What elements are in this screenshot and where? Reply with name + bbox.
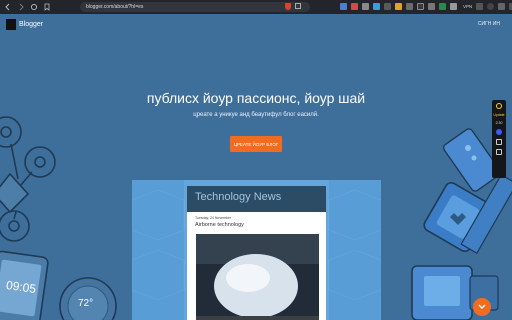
side-widget: Update 2:30 <box>492 100 506 178</box>
blog-preview: Technology News Tuesday, 24 November Air… <box>187 186 326 320</box>
thermostat-temp: 72° <box>78 298 94 309</box>
hero-subtitle: цреате а уникуе анд беаутифул блог еасил… <box>193 112 319 118</box>
blogger-landing-page: Blogger СИГН ИН публисх йоур пассионс, й… <box>0 14 512 320</box>
share-icon[interactable] <box>295 3 301 9</box>
smartwatch-icon <box>423 174 512 254</box>
extension-icon[interactable] <box>384 3 391 10</box>
extension-icon[interactable] <box>450 3 457 10</box>
forward-icon[interactable] <box>16 2 26 12</box>
extension-icon[interactable] <box>340 3 347 10</box>
extension-icon[interactable] <box>417 3 424 10</box>
bookmark-icon[interactable] <box>42 2 52 12</box>
vpn-badge[interactable]: VPN <box>463 4 472 9</box>
post-date: Tuesday, 24 November <box>195 216 231 220</box>
sign-in-link[interactable]: СИГН ИН <box>478 21 500 27</box>
update-label[interactable]: Update <box>493 113 504 117</box>
blog-title: Technology News <box>195 191 282 203</box>
extension-icon[interactable] <box>362 3 369 10</box>
hero-title: публисх йоур пассионс, йоур шай <box>146 90 366 106</box>
post-title: Airborne technology <box>195 222 244 228</box>
post-image <box>196 234 319 320</box>
create-blog-button[interactable]: ЦРЕАТЕ ЙОУР БЛОГ <box>230 136 282 152</box>
bookmark-icon[interactable] <box>496 149 502 155</box>
extension-icon[interactable] <box>406 3 413 10</box>
expand-icon[interactable] <box>496 139 502 145</box>
blog-header: Technology News <box>187 186 326 212</box>
extension-icon[interactable] <box>351 3 358 10</box>
profile-icon[interactable] <box>487 3 495 10</box>
left-panel <box>132 180 184 320</box>
blogger-logo-icon <box>6 19 16 30</box>
menu-icon[interactable] <box>476 3 484 10</box>
url-text: blogger.com/about/?hl=es <box>86 4 144 10</box>
extension-icon[interactable] <box>373 3 380 10</box>
time-label: 2:30 <box>495 121 503 125</box>
scroll-down-button[interactable] <box>473 298 491 316</box>
logo-text: Blogger <box>19 21 44 28</box>
browser-toolbar: blogger.com/about/?hl=es VPN <box>0 0 512 14</box>
extension-icon[interactable] <box>439 3 446 10</box>
shield-icon[interactable] <box>285 3 291 10</box>
blogger-logo[interactable]: Blogger <box>6 19 43 30</box>
play-icon[interactable] <box>496 129 502 135</box>
back-icon[interactable] <box>3 2 13 12</box>
right-panel <box>329 180 381 320</box>
chevron-down-icon <box>478 304 486 309</box>
download-icon[interactable] <box>498 3 506 10</box>
drone-icon <box>0 116 56 242</box>
sync-icon[interactable] <box>496 103 502 109</box>
reload-icon[interactable] <box>29 2 39 12</box>
template-preview: Technology News Tuesday, 24 November Air… <box>132 180 381 320</box>
extension-icon[interactable] <box>395 3 402 10</box>
extension-icon[interactable] <box>428 3 435 10</box>
address-bar[interactable]: blogger.com/about/?hl=es <box>80 2 310 12</box>
